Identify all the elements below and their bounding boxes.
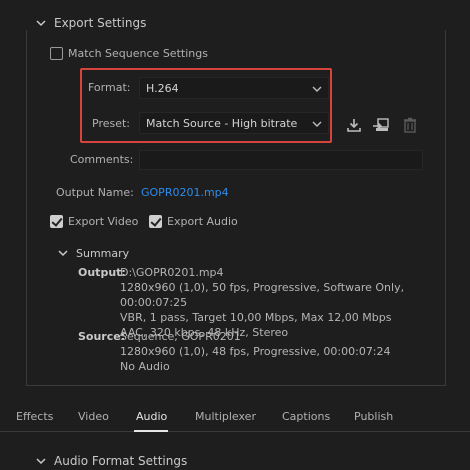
audio-format-settings-header[interactable]: Audio Format Settings	[32, 452, 187, 470]
format-label: Format:	[88, 81, 131, 94]
format-select[interactable]: H.264	[139, 77, 329, 99]
download-icon[interactable]	[345, 116, 363, 134]
comments-input[interactable]	[139, 150, 423, 170]
match-sequence-row[interactable]: Match Sequence Settings	[50, 47, 208, 60]
summary-output-label: Output:	[78, 266, 126, 279]
output-name-label: Output Name:	[56, 186, 134, 199]
summary-source-label: Source:	[78, 330, 126, 343]
summary-output-line: 1280x960 (1,0), 50 fps, Progressive, Sof…	[120, 281, 405, 309]
export-settings-title: Export Settings	[54, 16, 147, 30]
chevron-down-icon[interactable]	[54, 244, 72, 262]
tab-bar: Effects Video Audio Multiplexer Captions…	[0, 404, 470, 432]
tab-multiplexer[interactable]: Multiplexer	[195, 410, 256, 423]
summary-source-line: Sequence, GOPR0201	[120, 330, 241, 343]
summary-output-line: VBR, 1 pass, Target 10,00 Mbps, Max 12,0…	[120, 311, 392, 324]
match-sequence-checkbox[interactable]	[50, 47, 63, 60]
preset-value: Match Source - High bitrate	[146, 116, 298, 130]
summary-header[interactable]: Summary	[54, 244, 129, 262]
format-value: H.264	[146, 81, 179, 95]
tab-captions[interactable]: Captions	[282, 410, 330, 423]
audio-format-settings-title: Audio Format Settings	[54, 454, 188, 468]
export-audio-row[interactable]: Export Audio	[149, 215, 238, 228]
comments-label: Comments:	[70, 153, 134, 166]
export-video-checkbox[interactable]	[50, 215, 63, 228]
trash-icon[interactable]	[401, 116, 419, 134]
active-tab-indicator	[134, 430, 168, 432]
export-audio-label: Export Audio	[167, 215, 238, 228]
summary-output-line: D:\GOPR0201.mp4	[120, 266, 224, 279]
preset-select[interactable]: Match Source - High bitrate	[139, 112, 329, 134]
tab-audio[interactable]: Audio	[136, 410, 167, 423]
match-sequence-label: Match Sequence Settings	[68, 47, 208, 60]
summary-source-block: Sequence, GOPR0201 1280x960 (1,0), 48 fp…	[120, 329, 450, 374]
chevron-down-icon	[312, 86, 322, 92]
preset-label: Preset:	[92, 117, 131, 130]
summary-source-line: No Audio	[120, 360, 170, 373]
tab-effects[interactable]: Effects	[16, 410, 53, 423]
export-video-row[interactable]: Export Video	[50, 215, 138, 228]
export-audio-checkbox[interactable]	[149, 215, 162, 228]
export-video-label: Export Video	[68, 215, 139, 228]
tab-publish[interactable]: Publish	[354, 410, 393, 423]
chevron-down-icon[interactable]	[32, 452, 50, 470]
import-preset-icon[interactable]	[372, 116, 390, 134]
chevron-down-icon	[312, 121, 322, 127]
summary-title: Summary	[76, 246, 130, 260]
tab-video[interactable]: Video	[78, 410, 109, 423]
summary-source-line: 1280x960 (1,0), 48 fps, Progressive, 00:…	[120, 345, 391, 358]
output-name-link[interactable]: GOPR0201.mp4	[141, 186, 229, 199]
